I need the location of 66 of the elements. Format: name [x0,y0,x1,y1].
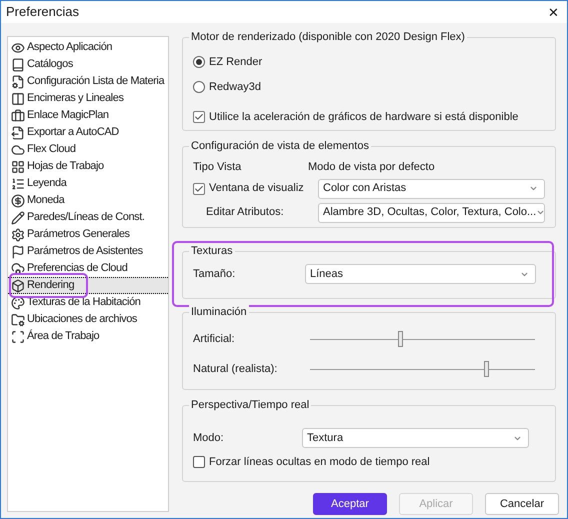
document-arrow-icon [11,126,25,140]
dropdown-caret-icon [536,208,546,217]
dropdown[interactable]: Color con Aristas [318,178,545,198]
category-item[interactable]: Flex Cloud [8,141,168,158]
eye-icon [11,40,25,54]
category-item[interactable]: Paredes/Líneas de Const. [8,209,168,226]
category-item[interactable]: Ubicaciones de archivos [8,311,168,328]
category-item[interactable]: Configuración Lista de Materia [8,73,168,90]
checkbox[interactable] [193,111,205,124]
group-title: Perspectiva/Tiempo real [189,398,312,412]
category-item[interactable]: Exportar a AutoCAD [8,124,168,141]
radio-label: EZ Render [209,55,262,70]
radio-button[interactable] [193,80,205,93]
cube-icon [11,278,25,292]
category-item[interactable]: Parámetros Generales [8,226,168,243]
flag-icon [11,244,25,258]
category-item[interactable]: Área de Trabajo [8,328,168,345]
gear-icon [11,228,25,242]
radio-button[interactable] [193,56,205,68]
checkbox[interactable] [193,456,205,468]
category-item[interactable]: Texturas de la Habitación [8,294,168,311]
field-label: Tamaño: [193,266,236,282]
window-title: Preferencias [6,3,79,22]
category-item[interactable]: Leyenda [8,175,168,192]
group-title: Configuración de vista de elementos [189,139,371,153]
book-icon [11,58,25,72]
slider-label: Natural (realista): [193,362,278,377]
checkbox-label: Ventana de visualiz [209,181,304,196]
category-item[interactable]: Enlace MagicPlan [8,107,168,124]
dollar-icon [11,194,25,208]
field-label: Editar Atributos: [205,205,285,220]
slider-thumb[interactable] [398,330,403,346]
dropdown[interactable]: Líneas [305,264,536,284]
briefcase-icon [11,108,25,122]
slider-thumb[interactable] [484,360,488,376]
field-label: Modo: [193,430,225,446]
slider-label: Artificial: [193,332,236,347]
category-item[interactable]: Preferencias de Cloud [8,260,168,277]
pencil-icon [11,210,25,224]
cloud-icon [11,142,25,156]
dialog-button[interactable]: Cancelar [485,493,559,515]
document-gear-icon [11,74,25,88]
category-item[interactable]: Encimeras y Lineales [8,90,168,107]
category-item[interactable]: Hojas de Trabajo [8,158,168,175]
dropdown[interactable]: Textura [302,428,529,448]
radio-label: Redway3d [209,80,261,94]
checkbox-label: Forzar líneas ocultas en modo de tiempo real [209,455,430,470]
list-icon [11,176,25,190]
folder-gear-icon [11,312,25,326]
close-button[interactable]: ✕ [548,6,559,18]
frame-icon [11,330,25,344]
category-item[interactable]: Aspecto Aplicación [8,39,168,56]
dropdown[interactable]: Alambre 3D, Ocultas, Color, Textura, Colo... [318,202,545,222]
palette-icon [11,296,25,310]
column-heading: Tipo Vista [193,160,242,175]
dialog-button[interactable]: Aceptar [313,493,387,515]
category-item[interactable]: Catálogos [8,56,168,73]
columns-icon [11,92,25,106]
category-item[interactable]: Moneda [8,192,168,209]
category-item[interactable]: Parámetros de Asistentes [8,243,168,260]
dropdown-caret-icon [529,184,538,193]
checkbox-label: Utilice la aceleración de gráficos de hardware si está disponible [209,110,518,125]
column-heading: Modo de vista por defecto [308,160,435,175]
grid-icon [11,160,25,174]
checkbox[interactable] [193,182,205,194]
group-title: Motor de renderizado (disponible con 2020 Design Flex) [189,30,467,44]
